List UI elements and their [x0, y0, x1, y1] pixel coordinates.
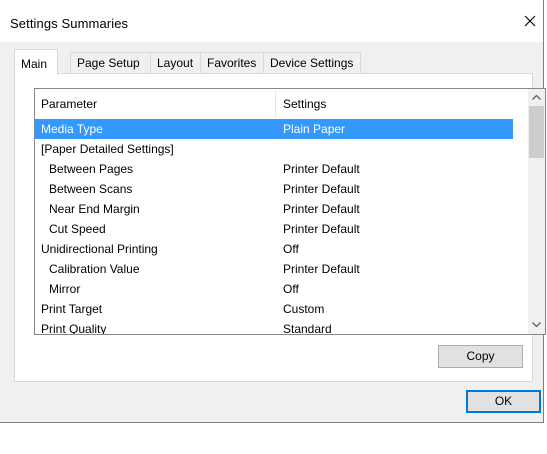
list-rows: Media Type Plain Paper [Paper Detailed S…	[35, 119, 513, 335]
row-parameter: Media Type	[41, 122, 103, 136]
close-icon	[524, 15, 536, 27]
column-header-settings[interactable]: Settings	[283, 97, 326, 111]
row-setting: Standard	[283, 322, 332, 335]
row-setting: Printer Default	[283, 162, 360, 176]
row-parameter: [Paper Detailed Settings]	[41, 142, 174, 156]
row-parameter: Print Target	[41, 302, 103, 316]
row-setting: Printer Default	[283, 182, 360, 196]
list-row[interactable]: Between Scans Printer Default	[35, 179, 513, 199]
chevron-down-icon	[532, 322, 541, 328]
vertical-scrollbar[interactable]	[528, 89, 545, 334]
list-row[interactable]: Near End Margin Printer Default	[35, 199, 513, 219]
row-setting: Custom	[283, 302, 325, 316]
row-setting: Off	[283, 242, 299, 256]
scrollbar-thumb[interactable]	[529, 106, 544, 158]
row-parameter: Print Quality	[41, 322, 107, 335]
list-row[interactable]: Cut Speed Printer Default	[35, 219, 513, 239]
row-setting: Printer Default	[283, 262, 360, 276]
close-button[interactable]	[517, 8, 543, 34]
list-row[interactable]: Mirror Off	[35, 279, 513, 299]
list-row[interactable]: [Paper Detailed Settings]	[35, 139, 513, 159]
window-title: Settings Summaries	[10, 16, 129, 31]
row-parameter: Mirror	[49, 282, 81, 296]
tab-main[interactable]: Main	[14, 49, 58, 75]
row-parameter: Near End Margin	[49, 202, 140, 216]
settings-summaries-dialog: Settings Summaries Main Page Setup Layou…	[0, 0, 546, 423]
row-parameter: Between Pages	[49, 162, 134, 176]
tab-page-setup[interactable]: Page Setup	[70, 52, 151, 74]
settings-list[interactable]: Parameter Settings Media Type Plain Pape…	[34, 88, 546, 335]
tab-layout[interactable]: Layout	[150, 52, 201, 74]
scroll-up-button[interactable]	[528, 89, 545, 106]
tab-panel-main: Parameter Settings Media Type Plain Pape…	[14, 73, 546, 382]
row-setting: Plain Paper	[283, 122, 346, 136]
list-row[interactable]: Between Pages Printer Default	[35, 159, 513, 179]
copy-button[interactable]: Copy	[438, 345, 523, 368]
tab-favorites[interactable]: Favorites	[200, 52, 264, 74]
row-setting: Printer Default	[283, 222, 360, 236]
row-setting: Off	[283, 282, 299, 296]
scroll-down-button[interactable]	[528, 317, 545, 334]
row-parameter: Cut Speed	[49, 222, 106, 236]
list-row[interactable]: Media Type Plain Paper	[35, 119, 513, 139]
tab-device-settings[interactable]: Device Settings	[263, 52, 361, 74]
column-header-parameter[interactable]: Parameter	[41, 97, 97, 111]
row-parameter: Between Scans	[49, 182, 133, 196]
chevron-up-icon	[532, 94, 541, 100]
row-setting: Printer Default	[283, 202, 360, 216]
ok-button[interactable]: OK	[466, 390, 541, 413]
list-header: Parameter Settings	[35, 89, 513, 119]
list-row[interactable]: Print Quality Standard	[35, 319, 513, 335]
title-bar: Settings Summaries	[0, 0, 543, 42]
row-parameter: Calibration Value	[49, 262, 140, 276]
row-parameter: Unidirectional Printing	[41, 242, 158, 256]
list-row[interactable]: Print Target Custom	[35, 299, 513, 319]
list-row[interactable]: Unidirectional Printing Off	[35, 239, 513, 259]
list-row[interactable]: Calibration Value Printer Default	[35, 259, 513, 279]
column-separator[interactable]	[275, 91, 276, 117]
